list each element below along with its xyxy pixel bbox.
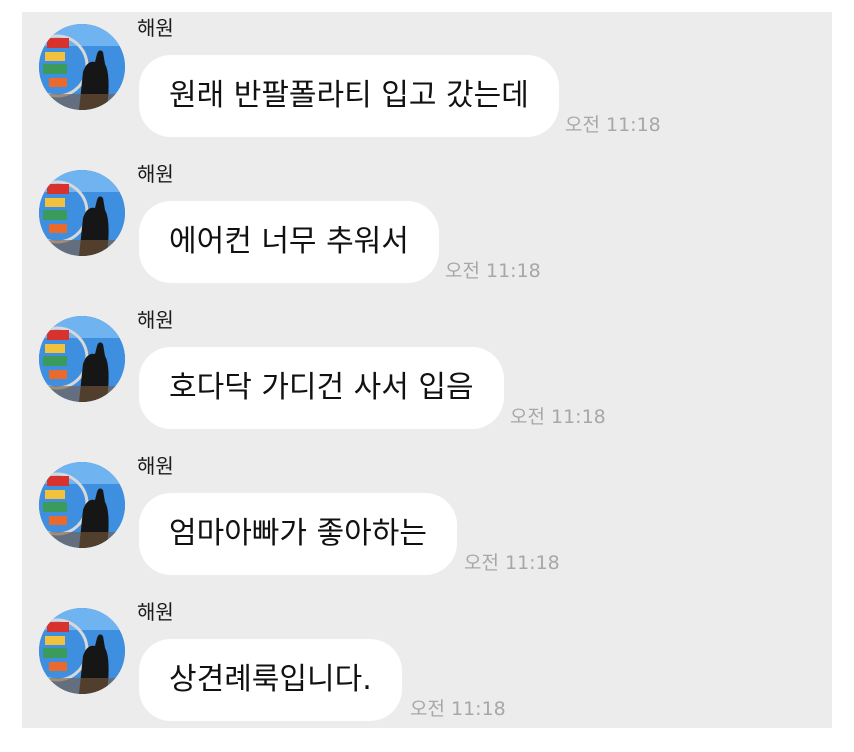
- message-row: 해원 엄마아빠가 좋아하는 오전 11:18: [22, 450, 832, 596]
- message-timestamp: 오전 11:18: [410, 698, 506, 720]
- message-timestamp: 오전 11:18: [565, 114, 661, 136]
- message-timestamp: 오전 11:18: [445, 260, 541, 282]
- profile-photo-icon: [39, 608, 125, 694]
- profile-photo-icon: [39, 316, 125, 402]
- message-row: 해원 원래 반팔폴라티 입고 갔는데 오전 11:18: [22, 12, 832, 158]
- profile-photo-icon: [39, 462, 125, 548]
- chat-message-list[interactable]: 해원 원래 반팔폴라티 입고 갔는데 오전 11:18 해원 에어컨 너무 추워…: [22, 12, 832, 728]
- message-bubble[interactable]: 에어컨 너무 추워서: [139, 201, 439, 283]
- sender-name: 해원: [137, 16, 174, 40]
- sender-name: 해원: [137, 454, 174, 478]
- avatar[interactable]: [39, 462, 125, 548]
- message-row: 해원 호다닥 가디건 사서 입음 오전 11:18: [22, 304, 832, 450]
- message-bubble[interactable]: 엄마아빠가 좋아하는: [139, 493, 457, 575]
- avatar[interactable]: [39, 170, 125, 256]
- message-row: 해원 상견례룩입니다. 오전 11:18: [22, 596, 832, 728]
- message-timestamp: 오전 11:18: [510, 406, 606, 428]
- avatar[interactable]: [39, 608, 125, 694]
- avatar[interactable]: [39, 24, 125, 110]
- sender-name: 해원: [137, 162, 174, 186]
- profile-photo-icon: [39, 170, 125, 256]
- message-row: 해원 에어컨 너무 추워서 오전 11:18: [22, 158, 832, 304]
- sender-name: 해원: [137, 600, 174, 624]
- message-bubble[interactable]: 원래 반팔폴라티 입고 갔는데: [139, 55, 559, 137]
- message-timestamp: 오전 11:18: [464, 552, 560, 574]
- message-bubble[interactable]: 상견례룩입니다.: [139, 639, 402, 721]
- profile-photo-icon: [39, 24, 125, 110]
- message-bubble[interactable]: 호다닥 가디건 사서 입음: [139, 347, 504, 429]
- avatar[interactable]: [39, 316, 125, 402]
- sender-name: 해원: [137, 308, 174, 332]
